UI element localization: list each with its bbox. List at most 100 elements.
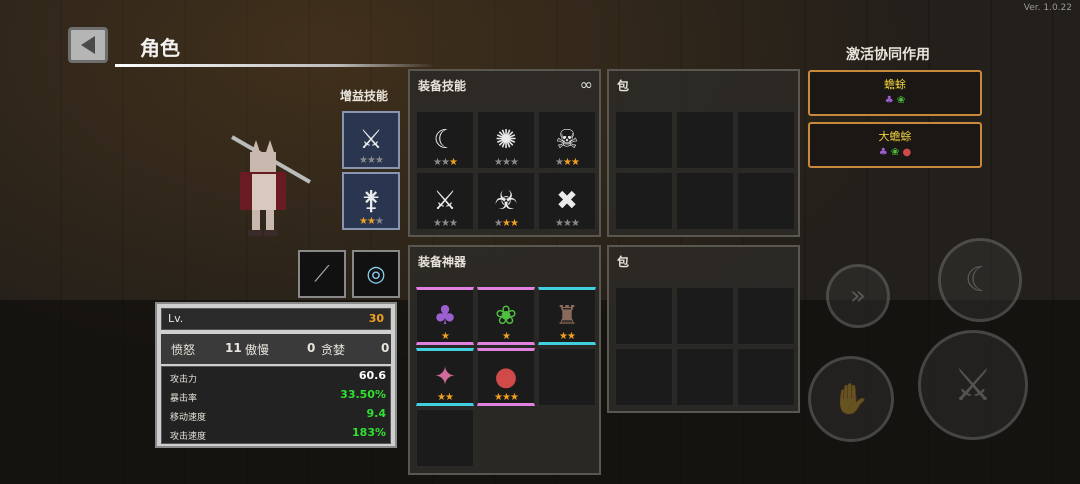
buff-skill-slot-1[interactable]: ⚔ ★★★ [342,111,400,169]
crystal-icon: ✦ [434,362,456,392]
level-value: 30 [368,312,384,325]
equip-skill-slot[interactable]: ☠ ★★★ [538,111,596,169]
dash-control-button[interactable]: » [826,264,890,328]
purple-toad-icon: ♣ [433,301,457,331]
attribute-value: 60.6 [358,369,386,382]
sin-value: 0 [307,341,316,355]
back-button[interactable] [68,27,108,63]
equip-skill-slot[interactable]: ☾ ★★★ [416,111,474,169]
attributes-box: 攻击力 60.6 暴击率 33.50% 移动速度 9.4 攻击速度 183% [161,366,391,444]
hero-sprite [231,135,311,236]
bag-slot[interactable] [737,348,795,406]
title-underline [115,64,435,67]
equip-skills-title: 装备技能 [418,79,467,93]
chain-link-icon[interactable]: ∞ [580,75,593,94]
star-rating: ★★★ [494,218,519,229]
synergy-item[interactable]: 蟾蜍 ♣ ❀ [808,70,982,116]
buff-skill-slot-2[interactable]: ⚵ ★★★ [342,172,400,230]
star-rating: ★★ [437,392,454,403]
star-rating: ★★★ [494,392,519,403]
attribute-label: 攻击速度 [170,432,207,442]
weapon-slot-1[interactable]: ⟋ [298,250,346,298]
equip-skill-slot[interactable]: ✖ ★★★ [538,172,596,230]
synergy-dots: ♣ ❀ ● [878,147,912,158]
equip-skill-slot[interactable]: ☣ ★★★ [477,172,535,230]
red-egg-icon: ● [494,362,518,392]
bag-slot[interactable] [615,348,673,406]
attribute-label: 暴击率 [170,394,198,404]
crescent-moon-icon: ☾ [433,125,457,155]
synergy-item[interactable]: 大蟾蜍 ♣ ❀ ● [808,122,982,168]
special-control-button[interactable]: ✋ [808,356,894,442]
bag-slot[interactable] [737,287,795,345]
artifact-slot[interactable]: ● ★★★ [477,348,535,406]
page-title: 角色 [140,36,180,60]
star-rating: ★★ [559,331,576,342]
sins-row: 愤怒 11 傲慢 0 贪婪 0 [161,334,391,364]
bag-slot[interactable] [676,348,734,406]
attribute-row: 移动速度 9.4 [170,406,386,424]
weapon-slot-2[interactable]: ◎ [352,250,400,298]
artifact-slot[interactable]: ❀ ★ [477,287,535,345]
spear-icon: ⟋ [314,261,330,287]
arrows-sword-icon: ⚵ [361,186,381,216]
bag-slot[interactable] [615,172,673,230]
bag-title: 包 [617,79,630,93]
wind-orb-icon: ◎ [366,261,386,287]
synergy-dots: ♣ ❀ [884,95,906,106]
sin-value: 11 [225,341,242,355]
artifact-slot[interactable]: ✦ ★★ [416,348,474,406]
synergy-title: 激活协同作用 [846,47,930,63]
attribute-value: 33.50% [340,388,386,401]
key-doll-icon: ♜ [555,301,579,331]
bag-slot[interactable] [615,287,673,345]
artifact-slot[interactable]: ♣ ★ [416,287,474,345]
bag-slot[interactable] [676,111,734,169]
star-rating: ★★★ [359,216,384,227]
star-rating: ★ [441,331,450,342]
star-rating: ★★★ [555,218,580,229]
attribute-value: 9.4 [366,407,387,420]
bag-title: 包 [617,255,630,269]
star-rating: ★★★ [433,157,458,168]
star-rating: ★★★ [359,155,384,166]
star-rating: ★ [502,331,511,342]
sin-label: 贪婪 [321,343,346,357]
bag-panel-bottom: 包 [607,245,800,413]
bone-icon: ✖ [556,186,578,216]
attack-control-button[interactable]: ⚔ [918,330,1028,440]
equip-artifacts-title: 装备神器 [418,255,467,269]
attribute-row: 攻击速度 183% [170,425,386,443]
bag-slot[interactable] [676,172,734,230]
bag-slot[interactable] [615,111,673,169]
attribute-label: 攻击力 [170,375,198,385]
equip-skill-slot[interactable]: ⚔ ★★★ [416,172,474,230]
attribute-label: 移动速度 [170,413,207,423]
skill-control-button[interactable]: ☾ [938,238,1022,322]
back-arrow-icon [81,36,95,54]
bag-slot[interactable] [737,111,795,169]
equip-skills-panel: 装备技能 ∞ ☾ ★★★ ✺ ★★★ ☠ ★★★ ⚔ ★★★ ☣ ★★★ ✖ ★★★ [408,69,601,237]
artifact-slot[interactable] [538,348,596,406]
synergy-name: 蟾蜍 [884,78,906,91]
artifact-slot[interactable] [416,409,474,467]
star-rating: ★★★ [433,218,458,229]
dagger-icon: ⚔ [433,186,457,216]
skull-icon: ☠ [555,125,579,155]
biohazard-icon: ☣ [494,186,518,216]
bag-slot[interactable] [676,287,734,345]
attribute-row: 攻击力 60.6 [170,368,386,386]
star-rating: ★★★ [494,157,519,168]
attribute-value: 183% [352,426,386,439]
equip-skill-slot[interactable]: ✺ ★★★ [477,111,535,169]
bag-slot[interactable] [737,172,795,230]
crossed-blades-icon: ⚔ [359,125,383,155]
artifact-slot[interactable]: ♜ ★★ [538,287,596,345]
attribute-row: 暴击率 33.50% [170,387,386,405]
bag-panel-top: 包 [607,69,800,237]
burst-icon: ✺ [495,125,517,155]
green-blobs-icon: ❀ [495,301,517,331]
stats-panel: Lv. 30 愤怒 11 傲慢 0 贪婪 0 攻击力 60.6 暴击率 33.5… [155,302,397,448]
star-rating: ★★★ [555,157,580,168]
buff-skills-label: 增益技能 [340,89,389,103]
